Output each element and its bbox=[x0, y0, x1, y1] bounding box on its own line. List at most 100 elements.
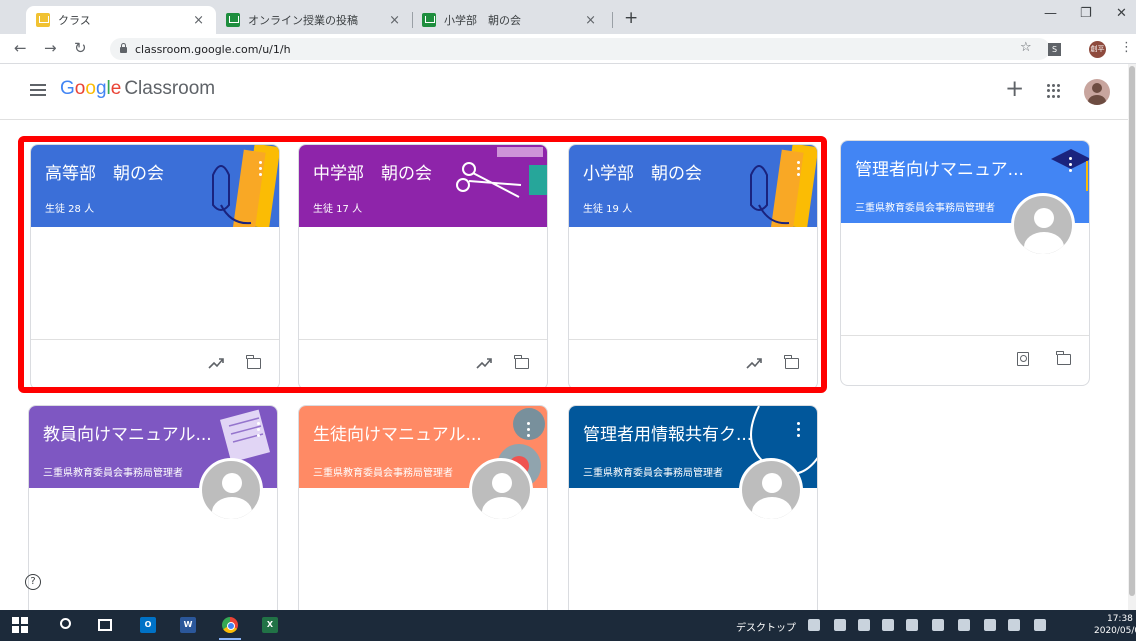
scissors-comb-illustration bbox=[456, 147, 547, 198]
folder-icon[interactable] bbox=[514, 355, 529, 369]
more-options-icon[interactable] bbox=[1069, 157, 1073, 173]
class-card[interactable]: 管理者向けマニュア... 三重県教育委員会事務局管理者 bbox=[840, 140, 1090, 386]
folder-icon[interactable] bbox=[1056, 351, 1071, 365]
desktop-toolbar-label[interactable]: デスクトップ bbox=[736, 619, 796, 634]
close-tab-icon[interactable]: × bbox=[193, 13, 204, 28]
trending-up-icon[interactable] bbox=[746, 356, 762, 370]
teacher-avatar bbox=[1011, 193, 1075, 257]
back-arrow-icon[interactable]: ← bbox=[14, 39, 27, 57]
tab-title: 小学部 朝の会 bbox=[444, 14, 521, 27]
class-student-count: 生徒 17 人 bbox=[313, 204, 363, 215]
chrome-icon[interactable] bbox=[222, 617, 238, 633]
windows-start-icon[interactable] bbox=[12, 617, 28, 633]
teacher-avatar bbox=[739, 458, 803, 522]
word-icon[interactable]: W bbox=[180, 617, 196, 633]
your-work-icon[interactable] bbox=[1017, 352, 1029, 366]
class-teacher[interactable]: 三重県教育委員会事務局管理者 bbox=[583, 464, 723, 479]
class-title[interactable]: 生徒向けマニュアル... bbox=[313, 420, 482, 445]
system-clock[interactable]: 17:38 2020/05/07 bbox=[1094, 613, 1136, 637]
more-options-icon[interactable] bbox=[797, 161, 801, 177]
url-bar[interactable]: classroom.google.com/u/1/h bbox=[110, 38, 1050, 60]
tray-icon[interactable] bbox=[882, 619, 894, 631]
more-options-icon[interactable] bbox=[259, 161, 263, 177]
class-title[interactable]: 教員向けマニュアル... bbox=[43, 420, 212, 445]
headphones-book-illustration bbox=[212, 145, 279, 227]
trending-up-icon[interactable] bbox=[476, 356, 492, 370]
forward-arrow-icon[interactable]: → bbox=[44, 39, 57, 57]
class-title[interactable]: 高等部 朝の会 bbox=[45, 159, 164, 184]
class-title[interactable]: 管理者用情報共有ク... bbox=[583, 420, 752, 445]
help-icon[interactable]: ? bbox=[25, 574, 41, 590]
account-avatar[interactable] bbox=[1084, 79, 1110, 105]
address-toolbar: ← → ↻ classroom.google.com/u/1/h ☆ S 創平 … bbox=[0, 34, 1136, 64]
notification-icon[interactable] bbox=[1008, 619, 1020, 631]
class-card-header[interactable]: 高等部 朝の会 生徒 28 人 bbox=[31, 145, 279, 227]
tab-classes[interactable]: クラス × bbox=[26, 6, 216, 34]
search-icon[interactable] bbox=[60, 618, 71, 629]
teacher-avatar bbox=[469, 458, 533, 522]
headphones-book-illustration bbox=[750, 145, 817, 227]
class-card[interactable]: 教員向けマニュアル... 三重県教育委員会事務局管理者 bbox=[28, 405, 278, 625]
class-card-header[interactable]: 小学部 朝の会 生徒 19 人 bbox=[569, 145, 817, 227]
window-close-icon[interactable]: ✕ bbox=[1116, 6, 1127, 21]
folder-icon[interactable] bbox=[784, 355, 799, 369]
classroom-header: Google Classroom + bbox=[0, 64, 1136, 120]
minimize-icon[interactable]: — bbox=[1044, 6, 1057, 21]
ime-icon[interactable] bbox=[1034, 619, 1046, 631]
main-menu-icon[interactable] bbox=[30, 84, 46, 96]
google-classroom-logo[interactable]: Google Classroom bbox=[60, 78, 215, 100]
google-apps-icon[interactable] bbox=[1047, 84, 1061, 98]
class-card[interactable]: 生徒向けマニュアル... 三重県教育委員会事務局管理者 bbox=[298, 405, 548, 625]
tab-online-lesson[interactable]: オンライン授業の投稿 × bbox=[216, 6, 412, 34]
reload-icon[interactable]: ↻ bbox=[74, 39, 87, 57]
class-card[interactable]: 小学部 朝の会 生徒 19 人 bbox=[568, 144, 818, 390]
tab-divider bbox=[612, 12, 613, 28]
browser-tab-strip: クラス × オンライン授業の投稿 × 小学部 朝の会 × + — ❐ ✕ bbox=[0, 0, 1136, 34]
class-teacher[interactable]: 三重県教育委員会事務局管理者 bbox=[855, 199, 995, 214]
new-tab-icon[interactable]: + bbox=[624, 8, 638, 28]
tray-icon[interactable] bbox=[858, 619, 870, 631]
close-tab-icon[interactable]: × bbox=[389, 13, 400, 28]
volume-icon[interactable] bbox=[984, 619, 996, 631]
battery-icon[interactable] bbox=[932, 619, 944, 631]
classroom-favicon-icon bbox=[226, 13, 240, 27]
folder-icon[interactable] bbox=[246, 355, 261, 369]
bookmark-star-icon[interactable]: ☆ bbox=[1020, 40, 1032, 55]
tray-icon[interactable] bbox=[834, 619, 846, 631]
class-student-count: 生徒 28 人 bbox=[45, 204, 95, 215]
task-view-icon[interactable] bbox=[98, 619, 112, 631]
tab-title: オンライン授業の投稿 bbox=[248, 14, 358, 27]
class-teacher[interactable]: 三重県教育委員会事務局管理者 bbox=[313, 464, 453, 479]
more-options-icon[interactable] bbox=[257, 422, 261, 438]
class-teacher[interactable]: 三重県教育委員会事務局管理者 bbox=[43, 464, 183, 479]
tray-icon[interactable] bbox=[906, 619, 918, 631]
browser-menu-icon[interactable]: ⋮ bbox=[1120, 40, 1133, 55]
class-card-footer bbox=[569, 339, 817, 389]
class-card[interactable]: 管理者用情報共有ク... 三重県教育委員会事務局管理者 bbox=[568, 405, 818, 625]
extension-icon[interactable]: S bbox=[1048, 43, 1061, 56]
close-tab-icon[interactable]: × bbox=[585, 13, 596, 28]
class-card-footer bbox=[299, 339, 547, 389]
create-join-class-icon[interactable]: + bbox=[1005, 76, 1024, 102]
network-icon[interactable] bbox=[958, 619, 970, 631]
class-title[interactable]: 中学部 朝の会 bbox=[313, 159, 432, 184]
tab-elementary-meeting[interactable]: 小学部 朝の会 × bbox=[412, 6, 608, 34]
restore-icon[interactable]: ❐ bbox=[1080, 6, 1092, 21]
outlook-icon[interactable]: O bbox=[140, 617, 156, 633]
tray-icon[interactable] bbox=[808, 619, 820, 631]
scrollbar-thumb[interactable] bbox=[1129, 66, 1135, 596]
excel-icon[interactable]: X bbox=[262, 617, 278, 633]
trending-up-icon[interactable] bbox=[208, 356, 224, 370]
more-options-icon[interactable] bbox=[527, 422, 531, 438]
class-card-header[interactable]: 中学部 朝の会 生徒 17 人 bbox=[299, 145, 547, 227]
clock-date: 2020/05/07 bbox=[1094, 626, 1136, 636]
tab-title: クラス bbox=[58, 14, 91, 27]
classroom-favicon-icon bbox=[422, 13, 436, 27]
windows-taskbar: O W X デスクトップ 17:38 2020/05/07 bbox=[0, 610, 1136, 641]
class-card[interactable]: 高等部 朝の会 生徒 28 人 bbox=[30, 144, 280, 390]
class-title[interactable]: 管理者向けマニュア... bbox=[855, 155, 1024, 180]
class-title[interactable]: 小学部 朝の会 bbox=[583, 159, 702, 184]
browser-profile-avatar[interactable]: 創平 bbox=[1089, 41, 1106, 58]
class-card[interactable]: 中学部 朝の会 生徒 17 人 bbox=[298, 144, 548, 390]
more-options-icon[interactable] bbox=[797, 422, 801, 438]
